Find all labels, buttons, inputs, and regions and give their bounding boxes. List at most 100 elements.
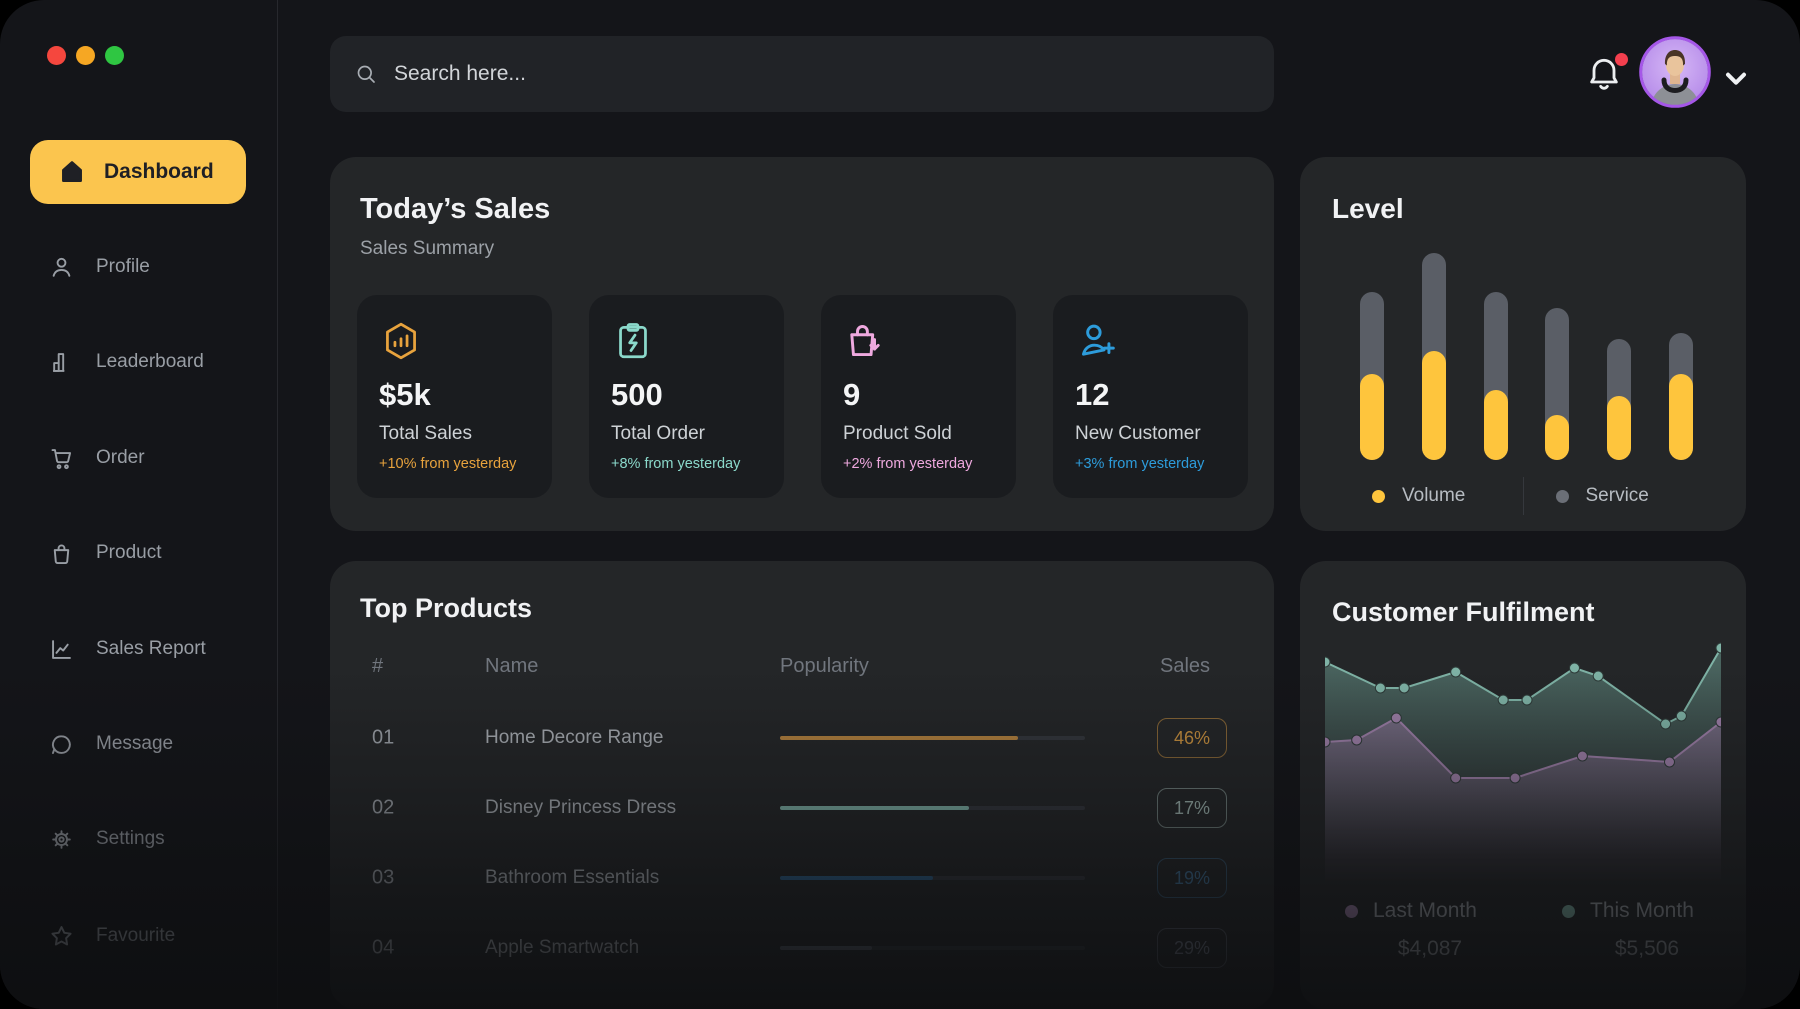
clipboard-bolt-icon bbox=[611, 319, 655, 363]
bar-chart-icon bbox=[48, 349, 75, 376]
avatar[interactable] bbox=[1639, 36, 1711, 108]
sidebar-item-leaderboard[interactable]: Leaderboard bbox=[48, 346, 204, 378]
data-point bbox=[1399, 683, 1409, 693]
stat-label: Total Order bbox=[611, 423, 762, 445]
sidebar-item-product[interactable]: Product bbox=[48, 537, 161, 569]
sidebar: Dashboard Profile Leaderboard Order Prod… bbox=[0, 0, 278, 1009]
legend-this-month: This Month $5,506 bbox=[1562, 899, 1732, 961]
volume-dot-icon bbox=[1372, 490, 1385, 503]
sidebar-item-message[interactable]: Message bbox=[48, 728, 173, 760]
legend-volume: Volume bbox=[1340, 485, 1523, 507]
volume-bar-segment bbox=[1484, 390, 1508, 460]
product-number: 04 bbox=[372, 937, 394, 960]
table-row[interactable]: 02Disney Princess Dress17% bbox=[330, 773, 1274, 843]
product-name: Home Decore Range bbox=[485, 727, 663, 749]
data-point bbox=[1375, 683, 1385, 693]
popularity-track bbox=[780, 946, 1085, 950]
sidebar-item-dashboard[interactable]: Dashboard bbox=[30, 140, 246, 204]
top-products-card: Top Products # Name Popularity Sales 01H… bbox=[330, 561, 1274, 1009]
product-name: Bathroom Essentials bbox=[485, 867, 659, 889]
product-name: Disney Princess Dress bbox=[485, 797, 676, 819]
stat-delta: +8% from yesterday bbox=[611, 456, 762, 472]
sidebar-item-label: Order bbox=[96, 447, 145, 469]
sidebar-item-label: Settings bbox=[96, 828, 165, 850]
sidebar-item-profile[interactable]: Profile bbox=[48, 251, 150, 283]
legend-last-month: Last Month $4,087 bbox=[1345, 899, 1515, 961]
sales-badge: 46% bbox=[1157, 718, 1227, 758]
stat-card-new-customer[interactable]: 12 New Customer +3% from yesterday bbox=[1053, 295, 1248, 498]
volume-bar-segment bbox=[1360, 374, 1384, 460]
level-title: Level bbox=[1332, 193, 1714, 225]
close-window-icon[interactable] bbox=[47, 46, 66, 65]
column-name: Name bbox=[485, 655, 538, 678]
sidebar-item-favourite[interactable]: Favourite bbox=[48, 920, 175, 952]
data-point bbox=[1522, 695, 1532, 705]
data-point bbox=[1451, 773, 1461, 783]
data-point bbox=[1665, 757, 1675, 767]
stat-delta: +10% from yesterday bbox=[379, 456, 530, 472]
popularity-track bbox=[780, 876, 1085, 880]
sidebar-item-label: Product bbox=[96, 542, 161, 564]
sidebar-item-order[interactable]: Order bbox=[48, 442, 145, 474]
column-number: # bbox=[372, 655, 383, 678]
stat-delta: +2% from yesterday bbox=[843, 456, 994, 472]
sidebar-item-label: Dashboard bbox=[104, 160, 214, 184]
legend-label: Service bbox=[1586, 485, 1649, 507]
hexagon-chart-icon bbox=[379, 319, 423, 363]
sales-badge: 29% bbox=[1157, 928, 1227, 968]
sidebar-item-label: Leaderboard bbox=[96, 351, 204, 373]
stat-value: 9 bbox=[843, 377, 994, 413]
legend-service: Service bbox=[1524, 485, 1707, 507]
data-point bbox=[1570, 663, 1580, 673]
sidebar-item-label: Profile bbox=[96, 256, 150, 278]
stat-card-total-order[interactable]: 500 Total Order +8% from yesterday bbox=[589, 295, 784, 498]
bag-download-icon bbox=[843, 319, 887, 363]
minimize-window-icon[interactable] bbox=[76, 46, 95, 65]
level-bar-chart bbox=[1360, 253, 1693, 460]
product-number: 03 bbox=[372, 867, 394, 890]
sales-badge: 17% bbox=[1157, 788, 1227, 828]
table-row[interactable]: 01 Home Decore Range 46% bbox=[330, 703, 1274, 773]
zoom-window-icon[interactable] bbox=[105, 46, 124, 65]
stats-row: $5k Total Sales +10% from yesterday 500 … bbox=[357, 295, 1248, 498]
data-point bbox=[1391, 713, 1401, 723]
legend-label: Volume bbox=[1402, 485, 1465, 507]
data-point bbox=[1593, 671, 1603, 681]
user-plus-icon bbox=[1075, 319, 1119, 363]
account-menu-button[interactable] bbox=[1720, 62, 1752, 90]
popularity-track bbox=[780, 736, 1085, 740]
window-controls bbox=[47, 46, 124, 65]
todays-sales-card: Today’s Sales Sales Summary $5k Total Sa… bbox=[330, 157, 1274, 531]
chat-icon bbox=[48, 731, 75, 758]
column-sales: Sales bbox=[1160, 655, 1210, 678]
popularity-fill bbox=[780, 946, 872, 950]
stat-value: 500 bbox=[611, 377, 762, 413]
search-icon bbox=[354, 62, 378, 86]
table-row[interactable]: 03 Bathroom Essentials 19% bbox=[330, 843, 1274, 913]
this-month-value: $5,506 bbox=[1562, 937, 1732, 961]
stat-card-product-sold[interactable]: 9 Product Sold +2% from yesterday bbox=[821, 295, 1016, 498]
stat-value: $5k bbox=[379, 377, 530, 413]
column-popularity: Popularity bbox=[780, 655, 869, 678]
stat-label: Total Sales bbox=[379, 423, 530, 445]
data-point bbox=[1352, 735, 1362, 745]
avatar-image bbox=[1639, 36, 1711, 108]
customer-fulfilment-card: Customer Fulfilment Last Month $4,087 Th… bbox=[1300, 561, 1746, 1009]
table-row[interactable]: 04Apple Smartwatch29% bbox=[330, 913, 1274, 983]
notifications-button[interactable] bbox=[1584, 52, 1630, 98]
service-dot-icon bbox=[1556, 490, 1569, 503]
data-point bbox=[1676, 711, 1686, 721]
legend-label: This Month bbox=[1590, 899, 1694, 923]
stat-card-total-sales[interactable]: $5k Total Sales +10% from yesterday bbox=[357, 295, 552, 498]
legend-label: Last Month bbox=[1373, 899, 1477, 923]
product-number: 01 bbox=[372, 727, 394, 750]
search-input[interactable] bbox=[392, 61, 1250, 87]
stat-delta: +3% from yesterday bbox=[1075, 456, 1226, 472]
sales-badge: 19% bbox=[1157, 858, 1227, 898]
data-point bbox=[1577, 751, 1587, 761]
stat-value: 12 bbox=[1075, 377, 1226, 413]
gear-icon bbox=[48, 826, 75, 853]
sidebar-item-settings[interactable]: Settings bbox=[48, 823, 165, 855]
star-icon bbox=[48, 923, 75, 950]
sidebar-item-sales-report[interactable]: Sales Report bbox=[48, 633, 206, 665]
